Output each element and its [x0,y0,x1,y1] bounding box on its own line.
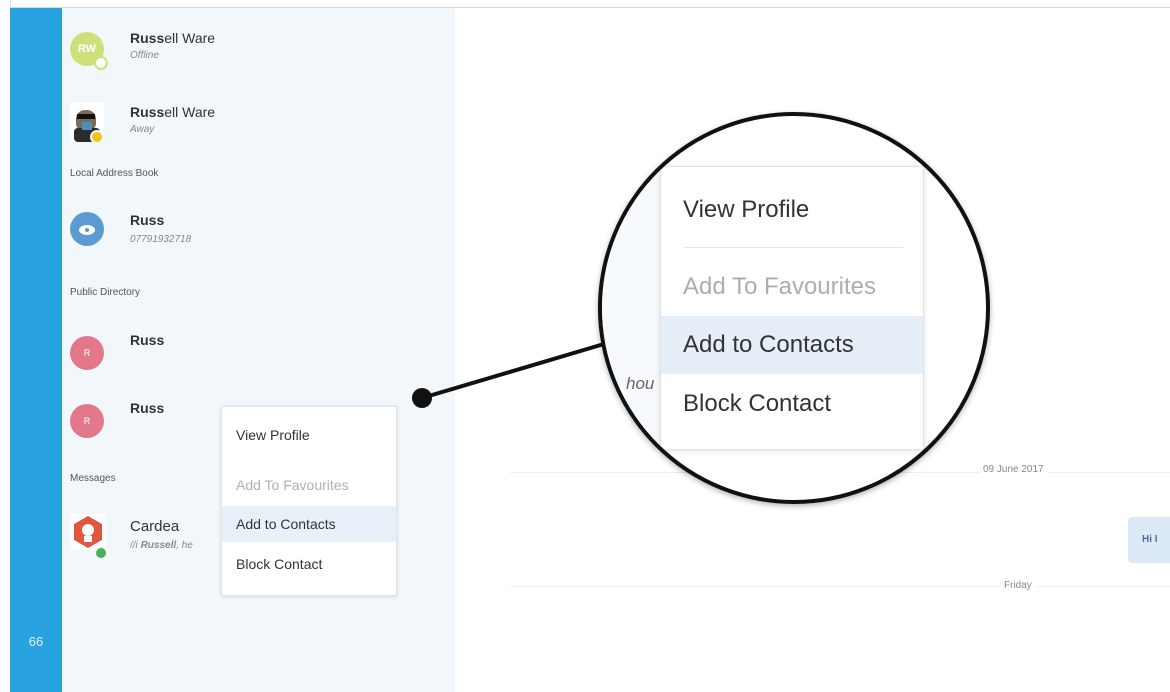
offline-status-icon [94,56,108,70]
contact-item-russ-public-1[interactable]: R Russ [62,324,455,384]
name-highlight: Russ [130,332,165,348]
menu-add-to-favourites[interactable]: Add To Favourites [222,467,396,503]
menu-divider [683,247,903,248]
contact-context-menu: View Profile Add To Favourites Add to Co… [221,406,397,596]
name-highlight: Russ [130,104,165,120]
contact-status: Away [130,124,155,135]
name-rest: ell Ware [164,104,216,120]
preview-prefix: //i [130,540,141,551]
magnified-add-to-contacts: Add to Contacts [661,316,923,374]
name-highlight: Russ [130,212,165,228]
contact-name: Russ [130,400,164,416]
magnified-add-to-favourites: Add To Favourites [683,273,876,300]
contact-status: Offline [130,50,159,61]
magnified-context-menu: View Profile Add To Favourites Add to Co… [660,166,924,450]
section-messages: Messages [70,473,116,484]
magnified-view-profile: View Profile [683,196,810,223]
avatar: R [70,336,104,370]
menu-block-contact[interactable]: Block Contact [222,546,396,582]
contact-phone: 07791932718 [130,234,192,245]
name-rest: ell Ware [164,30,216,46]
contact-name: Russ [130,332,164,348]
name-highlight: Russ [130,30,165,46]
contact-name: Russell Ware [130,30,215,46]
avatar: R [70,404,104,438]
magnified-callout: hou View Profile Add To Favourites Add t… [598,112,990,504]
cardea-logo-icon [70,514,106,550]
date-label: 09 June 2017 [979,464,1048,475]
online-status-icon [94,546,108,560]
thread-preview: //i Russell, he [130,540,215,551]
section-public-directory: Public Directory [70,287,141,298]
contact-name: Russell Ware [130,104,215,120]
preview-rest: , he [176,540,193,551]
avatar [70,212,104,246]
message-bubble: Hi I [1128,517,1170,563]
preview-highlight: Russell [140,540,177,551]
contact-item-russell-ware-offline[interactable]: RW Russell Ware Offline [62,20,455,80]
name-highlight: Russ [130,400,165,416]
contact-item-russell-ware-away[interactable]: Russell Ware Away [62,92,455,152]
menu-view-profile[interactable]: View Profile [222,417,396,453]
away-status-icon [90,130,104,144]
section-local-address-book: Local Address Book [70,168,159,179]
app-rail: 66 [10,8,62,692]
menu-add-to-contacts[interactable]: Add to Contacts [222,506,396,542]
magnified-sidebar-bg [602,116,660,500]
contact-item-russ-local[interactable]: Russ 07791932718 [62,204,455,264]
magnified-text-fragment: hou [626,374,655,393]
day-divider [510,586,1170,587]
magnified-block-contact: Block Contact [683,390,832,417]
day-label: Friday [1000,580,1036,591]
thread-name: Cardea [130,518,180,535]
top-border [0,0,1170,8]
phone-icon [79,225,95,235]
rail-badge-count[interactable]: 66 [10,634,62,649]
contact-name: Russ [130,212,164,228]
